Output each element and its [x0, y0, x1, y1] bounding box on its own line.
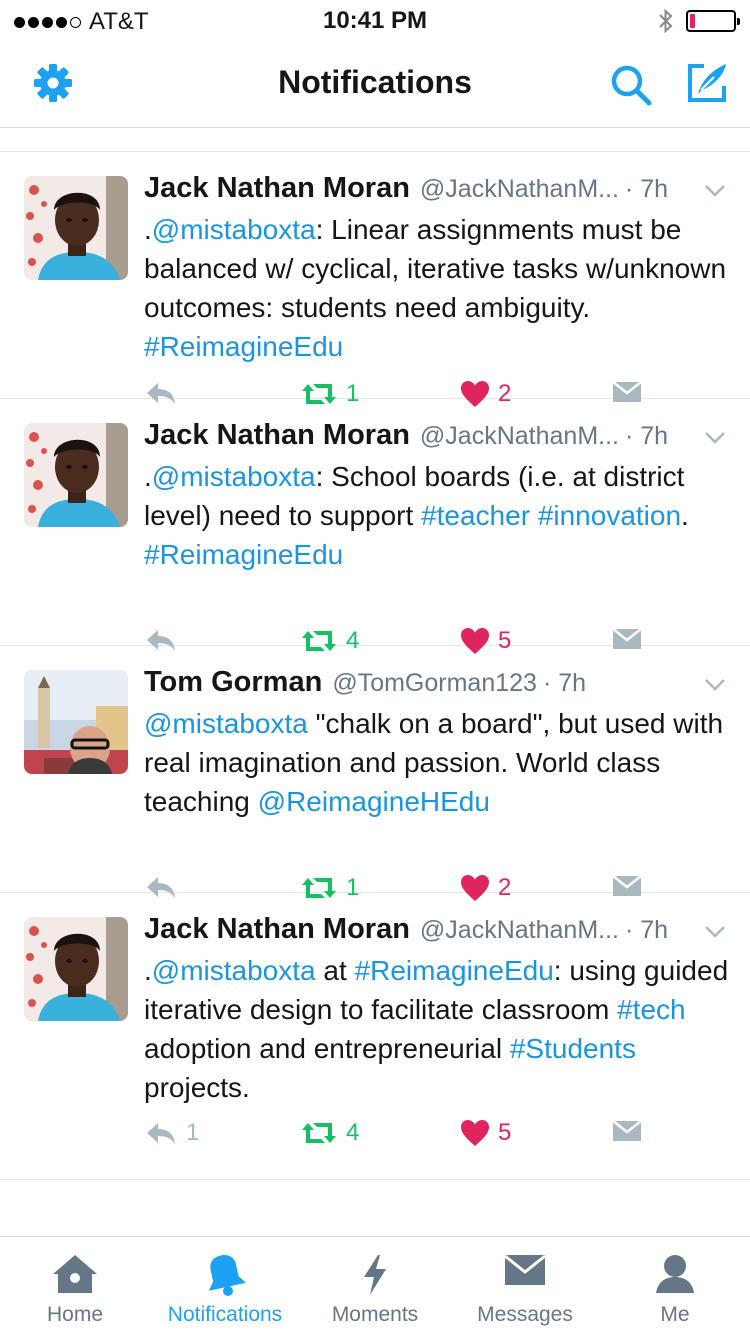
heart-icon — [461, 1120, 489, 1146]
tweet[interactable]: Jack Nathan Moran @JackNathanM... · 7h .… — [0, 152, 750, 407]
retweet-button[interactable]: 4 — [300, 1119, 359, 1147]
tab-moments[interactable]: Moments — [300, 1237, 450, 1334]
hashtag-link[interactable]: #teacher — [421, 500, 530, 531]
author-handle[interactable]: @JackNathanM... — [420, 422, 619, 451]
tweet-text: @mistaboxta "chalk on a board", but used… — [144, 704, 734, 821]
text-segment: . — [144, 214, 152, 245]
avatar[interactable] — [24, 176, 128, 280]
tweet-actions: 1 4 5 — [144, 1119, 704, 1159]
author-name[interactable]: Jack Nathan Moran — [144, 419, 410, 452]
text-segment — [530, 500, 538, 531]
chevron-down-icon[interactable] — [704, 184, 726, 198]
lightning-icon — [364, 1255, 386, 1295]
tab-notifications[interactable]: Notifications — [150, 1237, 300, 1334]
like-button[interactable]: 5 — [460, 1119, 511, 1147]
text-segment: . — [144, 955, 152, 986]
text-segment: . — [144, 461, 152, 492]
tweet-text: .@mistaboxta at #ReimagineEdu: using gui… — [144, 951, 734, 1107]
reply-icon — [147, 1123, 175, 1144]
tab-label: Messages — [477, 1303, 573, 1326]
direct-message-button[interactable] — [612, 1119, 642, 1143]
hashtag-link[interactable]: #Students — [510, 1033, 636, 1064]
author-handle[interactable]: @JackNathanM... — [420, 916, 619, 945]
avatar[interactable] — [24, 670, 128, 774]
tab-bar: Home Notifications Moments Messages Me — [0, 1236, 750, 1334]
mention-link[interactable]: @mistaboxta — [144, 708, 308, 739]
author-handle[interactable]: @TomGorman123 — [332, 669, 537, 698]
hashtag-link[interactable]: #ReimagineEdu — [355, 955, 554, 986]
tweet-time: · 7h — [624, 422, 669, 450]
like-count: 5 — [498, 1119, 512, 1146]
tweet[interactable]: Jack Nathan Moran @JackNathanM... · 7h .… — [0, 893, 750, 1180]
tweet-body: Jack Nathan Moran @JackNathanM... · 7h .… — [144, 419, 734, 574]
author-handle[interactable]: @JackNathanM... — [420, 175, 619, 204]
tweet-text: .@mistaboxta: School boards (i.e. at dis… — [144, 457, 734, 574]
clock: 10:41 PM — [322, 7, 428, 34]
tweet-body: Tom Gorman @TomGorman123 · 7h @mistaboxt… — [144, 666, 734, 821]
mention-link[interactable]: @mistaboxta — [152, 214, 316, 245]
tab-label: Moments — [331, 1303, 419, 1326]
tweet[interactable]: Tom Gorman @TomGorman123 · 7h @mistaboxt… — [0, 646, 750, 901]
battery-icon — [686, 10, 740, 32]
navigation-bar: Notifications — [0, 40, 750, 128]
feed-spacer — [0, 128, 750, 152]
tweet-body: Jack Nathan Moran @JackNathanM... · 7h .… — [144, 172, 734, 366]
text-segment: adoption and entrepreneurial — [144, 1033, 510, 1064]
search-icon[interactable] — [608, 62, 654, 108]
retweet-count: 4 — [346, 1119, 360, 1146]
author-name[interactable]: Jack Nathan Moran — [144, 913, 410, 946]
author-name[interactable]: Jack Nathan Moran — [144, 172, 410, 205]
mention-link[interactable]: @ReimagineHEdu — [258, 786, 490, 817]
hashtag-link[interactable]: #innovation — [538, 500, 681, 531]
tweet-body: Jack Nathan Moran @JackNathanM... · 7h .… — [144, 913, 734, 1107]
tab-home[interactable]: Home — [0, 1237, 150, 1334]
avatar[interactable] — [24, 917, 128, 1021]
tweet-header: Tom Gorman @TomGorman123 · 7h — [144, 666, 734, 704]
text-segment: at — [315, 955, 355, 986]
tweet-time: · 7h — [542, 669, 587, 697]
text-segment: . — [681, 500, 689, 531]
envelope-icon — [612, 1120, 642, 1141]
tab-me[interactable]: Me — [600, 1237, 750, 1334]
envelope-icon — [504, 1254, 546, 1285]
retweet-icon — [302, 1123, 336, 1143]
mention-link[interactable]: @mistaboxta — [152, 461, 316, 492]
home-icon — [53, 1255, 97, 1293]
hashtag-link[interactable]: #tech — [617, 994, 686, 1025]
chevron-down-icon[interactable] — [704, 678, 726, 692]
avatar[interactable] — [24, 423, 128, 527]
tab-label: Me — [660, 1303, 690, 1326]
status-right — [658, 8, 740, 34]
notifications-feed[interactable]: Jack Nathan Moran @JackNathanM... · 7h .… — [0, 152, 750, 1180]
person-icon — [656, 1255, 694, 1293]
hashtag-link[interactable]: #ReimagineEdu — [144, 331, 343, 362]
status-bar: AT&T 10:41 PM — [0, 0, 750, 40]
author-name[interactable]: Tom Gorman — [144, 666, 322, 699]
tab-messages[interactable]: Messages — [450, 1237, 600, 1334]
tab-label: Home — [46, 1303, 104, 1326]
compose-icon[interactable] — [684, 60, 730, 106]
tab-label: Notifications — [167, 1303, 283, 1326]
tweet-header: Jack Nathan Moran @JackNathanM... · 7h — [144, 913, 734, 951]
tweet-time: · 7h — [624, 175, 669, 203]
hashtag-link[interactable]: #ReimagineEdu — [144, 539, 343, 570]
tweet-header: Jack Nathan Moran @JackNathanM... · 7h — [144, 419, 734, 457]
bluetooth-icon — [659, 8, 673, 34]
tweet-text: .@mistaboxta: Linear assignments must be… — [144, 210, 734, 366]
mention-link[interactable]: @mistaboxta — [152, 955, 316, 986]
tweet[interactable]: Jack Nathan Moran @JackNathanM... · 7h .… — [0, 399, 750, 654]
text-segment: projects. — [144, 1072, 250, 1103]
bell-icon — [208, 1255, 246, 1296]
tweet-header: Jack Nathan Moran @JackNathanM... · 7h — [144, 172, 734, 210]
chevron-down-icon[interactable] — [704, 925, 726, 939]
reply-button[interactable]: 1 — [144, 1119, 199, 1147]
tweet-time: · 7h — [624, 916, 669, 944]
chevron-down-icon[interactable] — [704, 431, 726, 445]
reply-count: 1 — [186, 1119, 200, 1146]
